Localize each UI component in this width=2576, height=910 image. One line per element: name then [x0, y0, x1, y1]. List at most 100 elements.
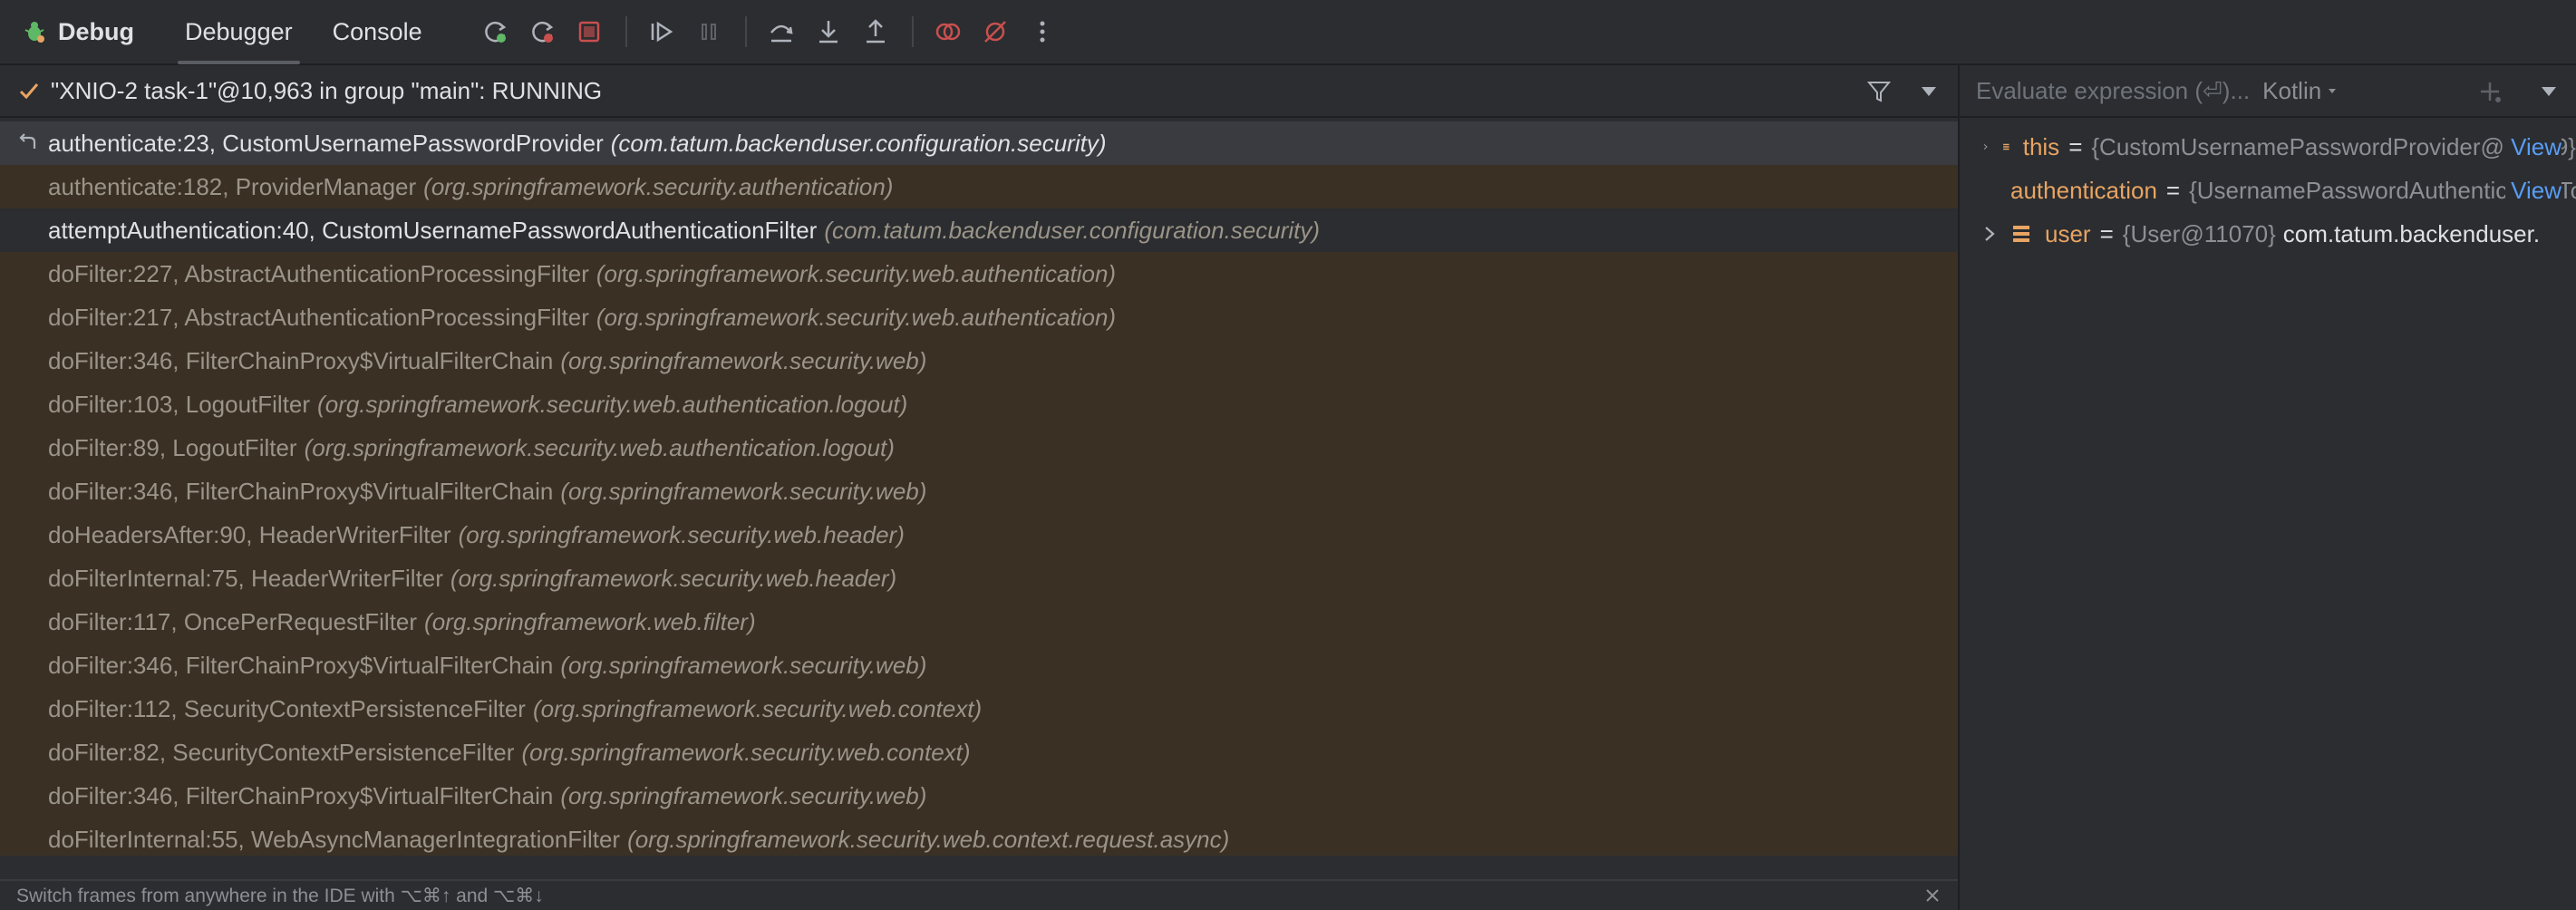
frame-method: authenticate:23, CustomUsernamePasswordP… [48, 129, 604, 157]
stack-frame-16[interactable]: doFilterInternal:55, WebAsyncManagerInte… [0, 818, 1958, 856]
variable-type: com.tatum.backenduser. [2282, 219, 2541, 247]
view-link[interactable]: View [2505, 176, 2561, 205]
return-arrow-icon [19, 133, 36, 149]
stack-frame-11[interactable]: doFilter:117, OncePerRequestFilter (org.s… [0, 600, 1958, 644]
variable-name: this [2022, 132, 2060, 160]
chevron-down-icon[interactable] [2540, 85, 2558, 98]
frames-hint-text: Switch frames from anywhere in the IDE w… [16, 885, 544, 906]
mute-breakpoints-button[interactable] [977, 14, 1013, 50]
resume-button[interactable] [644, 14, 680, 50]
chevron-down-icon[interactable] [1920, 85, 1938, 98]
view-link[interactable]: View [2505, 132, 2561, 161]
rerun-icon [484, 21, 506, 43]
stack-frame-3[interactable]: doFilter:227, AbstractAuthenticationProc… [0, 252, 1958, 295]
stop-button[interactable] [571, 14, 607, 50]
step-into-icon [818, 21, 838, 44]
step-into-button[interactable] [810, 14, 847, 50]
frame-package: (org.springframework.security.web) [560, 781, 927, 809]
frame-package: (org.springframework.security.web.contex… [532, 694, 983, 722]
frames-hint-bar: Switch frames from anywhere in the IDE w… [0, 879, 1958, 910]
frame-method: authenticate:182, ProviderManager [48, 172, 417, 200]
variable-value: {CustomUsernamePasswordProvider@11069} [2091, 132, 2576, 160]
stack-frame-5[interactable]: doFilter:346, FilterChainProxy$VirtualFi… [0, 339, 1958, 382]
frame-package: (com.tatum.backenduser.configuration.sec… [824, 216, 1321, 244]
frame-method: doFilter:346, FilterChainProxy$VirtualFi… [48, 651, 554, 679]
frame-package: (org.springframework.security.web) [560, 477, 927, 505]
thread-selector[interactable]: "XNIO-2 task-1"@10,963 in group "main": … [0, 65, 1958, 118]
frame-method: doFilter:217, AbstractAuthenticationProc… [48, 303, 589, 331]
stack-frame-6[interactable]: doFilter:103, LogoutFilter (org.springfra… [0, 382, 1958, 426]
stack-frame-8[interactable]: doFilter:346, FilterChainProxy$VirtualFi… [0, 470, 1958, 513]
toolbar-separator [744, 16, 747, 47]
rerun-button[interactable] [477, 14, 513, 50]
step-out-icon [866, 19, 885, 44]
frame-package: (org.springframework.security.web.contex… [627, 825, 1230, 853]
mute-breakpoints-icon [983, 21, 1006, 43]
stack-frame-9[interactable]: doHeadersAfter:90, HeaderWriterFilter (or… [0, 513, 1958, 557]
frame-method: doFilter:346, FilterChainProxy$VirtualFi… [48, 477, 554, 505]
step-over-button[interactable] [763, 14, 799, 50]
stack-frame-15[interactable]: doFilter:346, FilterChainProxy$VirtualFi… [0, 774, 1958, 818]
resume-icon [651, 21, 673, 43]
debug-title-label: Debug [58, 17, 134, 45]
language-selector[interactable]: Kotlin [2262, 77, 2321, 105]
chevron-right-icon[interactable] [1983, 225, 1996, 243]
frame-method: doFilterInternal:55, WebAsyncManagerInte… [48, 825, 621, 853]
chevron-down-icon [2329, 89, 2337, 93]
frame-method: doFilter:112, SecurityContextPersistence… [48, 694, 526, 722]
more-icon [1040, 21, 1045, 43]
frame-package: (org.springframework.security.web.contex… [521, 738, 971, 766]
frame-package: (org.springframework.security.web.authen… [317, 390, 908, 418]
variable-name: user [2045, 219, 2091, 247]
frame-package: (org.springframework.security.authentica… [423, 172, 894, 200]
equals-sign: = [2068, 132, 2083, 160]
add-watch-icon[interactable] [2476, 78, 2503, 105]
stack-frame-1[interactable]: authenticate:182, ProviderManager (org.sp… [0, 165, 1958, 208]
frame-method: doHeadersAfter:90, HeaderWriterFilter [48, 520, 451, 548]
frame-method: doFilter:227, AbstractAuthenticationProc… [48, 259, 589, 287]
restart-button[interactable] [524, 14, 560, 50]
chevron-right-icon[interactable] [1983, 138, 1988, 156]
equals-sign: = [2099, 219, 2114, 247]
stack-frame-14[interactable]: doFilter:82, SecurityContextPersistenceF… [0, 731, 1958, 774]
restart-icon [531, 21, 553, 43]
check-icon [19, 83, 39, 100]
stack-frame-4[interactable]: doFilter:217, AbstractAuthenticationProc… [0, 295, 1958, 339]
variable-row-authentication[interactable]: p authentication = {UsernamePasswordAuth… [1960, 169, 2576, 212]
more-button[interactable] [1024, 14, 1060, 50]
toolbar-separator [625, 16, 627, 47]
tab-console[interactable]: Console [333, 0, 422, 64]
variable-row-this[interactable]: this = {CustomUsernamePasswordProvider@1… [1960, 125, 2576, 169]
variable-name: authentication [2010, 176, 2157, 204]
stack-frame-10[interactable]: doFilterInternal:75, HeaderWriterFilter(… [0, 557, 1958, 600]
frame-method: doFilter:117, OncePerRequestFilter [48, 607, 418, 635]
frame-package: (org.springframework.security.web.authen… [304, 433, 895, 461]
evaluate-expression-field[interactable]: Evaluate expression (⏎)... Kotlin [1960, 65, 2576, 118]
frame-method: doFilter:103, LogoutFilter [48, 390, 311, 418]
frame-method: doFilter:82, SecurityContextPersistenceF… [48, 738, 515, 766]
tab-debugger[interactable]: Debugger [178, 0, 300, 64]
close-icon[interactable] [1923, 886, 1942, 905]
stack-frame-12[interactable]: doFilter:346, FilterChainProxy$VirtualFi… [0, 644, 1958, 687]
pause-button[interactable] [691, 14, 727, 50]
frame-package: (org.springframework.security.web.authen… [596, 303, 1117, 331]
debug-tool-window-title: Debug [22, 18, 134, 46]
stack-frame-13[interactable]: doFilter:112, SecurityContextPersistence… [0, 687, 1958, 731]
variable-row-user[interactable]: user = {User@11070} com.tatum.backenduse… [1960, 212, 2576, 256]
filter-icon[interactable] [1865, 78, 1893, 105]
frame-package: (org.springframework.web.filter) [424, 607, 756, 635]
stack-frame-2[interactable]: attemptAuthentication:40, CustomUsername… [0, 208, 1958, 252]
variables-tree: this = {CustomUsernamePasswordProvider@1… [1960, 118, 2576, 256]
variable-value: {User@11070} [2122, 219, 2276, 247]
debug-toolbar: Debug Debugger Console [0, 0, 2576, 65]
debug-actions [477, 14, 1071, 50]
stack-frame-7[interactable]: doFilter:89, LogoutFilter (org.springfram… [0, 426, 1958, 470]
frames-panel: "XNIO-2 task-1"@10,963 in group "main": … [0, 65, 1958, 910]
stack-frame-0[interactable]: authenticate:23, CustomUsernamePasswordP… [0, 121, 1958, 165]
pause-icon [701, 24, 716, 40]
frame-package: (com.tatum.backenduser.configuration.sec… [610, 129, 1107, 157]
frame-package: (org.springframework.security.web.header… [450, 564, 897, 592]
view-breakpoints-button[interactable] [930, 14, 966, 50]
frame-method: doFilter:346, FilterChainProxy$VirtualFi… [48, 781, 554, 809]
step-out-button[interactable] [857, 14, 894, 50]
